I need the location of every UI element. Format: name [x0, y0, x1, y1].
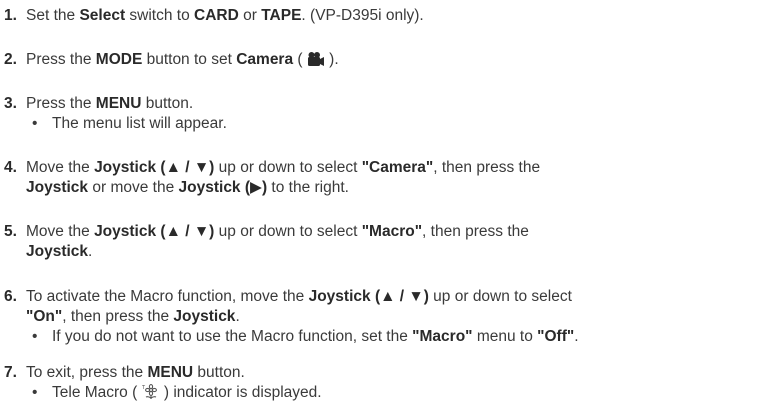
bullet-item: • Tele Macro ( T ) indicator is displayed…: [32, 383, 783, 406]
step-5: 5. Move the Joystick (▲ / ▼) up or down …: [4, 222, 783, 262]
step-3: 3. Press the MENU button. • The menu list…: [4, 94, 783, 134]
step-number: 6.: [4, 288, 17, 305]
step-text: Set the Select switch to CARD or TAPE. (…: [26, 7, 424, 24]
camcorder-icon: [307, 51, 325, 73]
tele-macro-flower-icon: T: [141, 384, 160, 406]
manual-page: 1. Set the Select switch to CARD or TAPE…: [0, 0, 783, 405]
step-number: 2.: [4, 51, 17, 68]
bullet-item: • The menu list will appear.: [32, 115, 227, 132]
step-1: 1. Set the Select switch to CARD or TAPE…: [4, 6, 783, 26]
step-number: 3.: [4, 95, 17, 112]
step-6: 6. To activate the Macro function, move …: [4, 287, 783, 347]
step-number: 4.: [4, 159, 17, 176]
step-text: To activate the Macro function, move the…: [26, 287, 783, 347]
bullet-item: • If you do not want to use the Macro fun…: [32, 328, 579, 345]
step-7: 7. To exit, press the MENU button. • Tele…: [4, 363, 783, 406]
step-number: 7.: [4, 364, 17, 381]
step-2: 2. Press the MODE button to set Camera (…: [4, 50, 783, 73]
step-text: Move the Joystick (▲ / ▼) up or down to …: [26, 159, 541, 196]
step-text: To exit, press the MENU button. • Tele Ma…: [26, 363, 783, 406]
step-number: 5.: [4, 223, 17, 240]
step-4: 4. Move the Joystick (▲ / ▼) up or down …: [4, 158, 783, 198]
step-text: Press the MODE button to set Camera ( ).: [26, 50, 783, 73]
step-text: Press the MENU button. • The menu list wi…: [26, 94, 783, 134]
step-number: 1.: [4, 7, 17, 24]
step-text: Move the Joystick (▲ / ▼) up or down to …: [26, 223, 529, 260]
